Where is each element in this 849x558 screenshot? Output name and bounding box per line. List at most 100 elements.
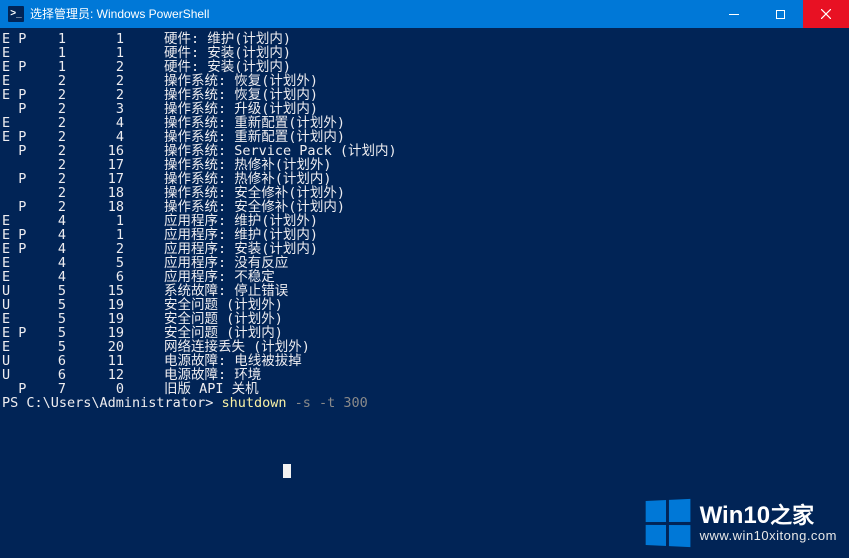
- prompt-line[interactable]: PS C:\Users\Administrator> shutdown -s -…: [2, 396, 847, 410]
- row-description: 维护(计划外): [234, 214, 318, 228]
- row-col-b: 19: [100, 312, 124, 326]
- row-col-b: 6: [100, 270, 124, 284]
- row-flags: [2, 186, 36, 200]
- row-category: 安全问题: [164, 326, 226, 340]
- row-col-b: 0: [100, 382, 124, 396]
- windows-logo-icon: [645, 499, 690, 547]
- row-description: 热修补(计划内): [234, 172, 331, 186]
- row-category: 硬件:: [164, 32, 207, 46]
- row-col-b: 2: [100, 74, 124, 88]
- row-col-a: 2: [36, 200, 66, 214]
- output-row: E 41应用程序: 维护(计划外): [2, 214, 847, 228]
- row-description: 安装(计划内): [234, 242, 318, 256]
- row-category: 网络连接丢失: [164, 340, 253, 354]
- row-flags: E: [2, 340, 36, 354]
- row-col-b: 5: [100, 256, 124, 270]
- row-col-b: 16: [100, 144, 124, 158]
- row-flags: E: [2, 46, 36, 60]
- output-row: P70旧版 API 关机: [2, 382, 847, 396]
- row-description: (计划外): [253, 340, 310, 354]
- row-flags: P: [2, 382, 36, 396]
- row-description: 安全修补(计划内): [234, 200, 345, 214]
- row-col-b: 1: [100, 32, 124, 46]
- row-description: 环境: [234, 368, 261, 382]
- output-row: P216操作系统: Service Pack (计划内): [2, 144, 847, 158]
- row-description: Service Pack (计划内): [234, 144, 396, 158]
- row-col-b: 1: [100, 228, 124, 242]
- row-col-b: 19: [100, 298, 124, 312]
- row-description: 升级(计划内): [234, 102, 318, 116]
- row-col-a: 5: [36, 312, 66, 326]
- row-category: 操作系统:: [164, 200, 234, 214]
- row-description: 维护(计划内): [234, 228, 318, 242]
- row-flags: U: [2, 354, 36, 368]
- row-description: 安全修补(计划外): [234, 186, 345, 200]
- prompt-path: PS C:\Users\Administrator>: [2, 396, 221, 410]
- row-col-a: 4: [36, 228, 66, 242]
- row-flags: U: [2, 284, 36, 298]
- output-row: E P41应用程序: 维护(计划内): [2, 228, 847, 242]
- row-col-a: 5: [36, 298, 66, 312]
- output-row: E 22操作系统: 恢复(计划外): [2, 74, 847, 88]
- prompt-command: shutdown: [221, 396, 286, 410]
- row-flags: E P: [2, 326, 36, 340]
- row-col-a: 2: [36, 102, 66, 116]
- row-col-b: 12: [100, 368, 124, 382]
- row-col-a: 2: [36, 158, 66, 172]
- minimize-button[interactable]: [711, 0, 757, 28]
- powershell-icon: >_: [8, 6, 24, 22]
- row-col-b: 2: [100, 88, 124, 102]
- row-col-b: 1: [100, 214, 124, 228]
- row-flags: E: [2, 214, 36, 228]
- row-description: (计划内): [226, 326, 283, 340]
- row-description: 恢复(计划外): [234, 74, 318, 88]
- row-category: 应用程序:: [164, 228, 234, 242]
- row-col-b: 20: [100, 340, 124, 354]
- row-category: 操作系统:: [164, 144, 234, 158]
- output-row: E P519安全问题 (计划内): [2, 326, 847, 340]
- row-category: 硬件:: [164, 46, 207, 60]
- row-flags: E P: [2, 242, 36, 256]
- output-row: E 11硬件: 安装(计划内): [2, 46, 847, 60]
- row-col-a: 2: [36, 88, 66, 102]
- row-col-b: 17: [100, 158, 124, 172]
- row-col-a: 1: [36, 32, 66, 46]
- row-description: 重新配置(计划内): [234, 130, 345, 144]
- row-col-b: 2: [100, 60, 124, 74]
- row-col-b: 18: [100, 186, 124, 200]
- row-col-a: 6: [36, 354, 66, 368]
- row-category: 应用程序:: [164, 242, 234, 256]
- close-icon: [821, 9, 831, 19]
- row-category: 应用程序:: [164, 214, 234, 228]
- row-col-b: 15: [100, 284, 124, 298]
- row-col-a: 7: [36, 382, 66, 396]
- row-description: 维护(计划内): [207, 32, 291, 46]
- row-col-a: 2: [36, 172, 66, 186]
- close-button[interactable]: [803, 0, 849, 28]
- output-row: 2 17 操作系统: 热修补(计划外): [2, 158, 847, 172]
- terminal-output[interactable]: E P11硬件: 维护(计划内)E 11硬件: 安装(计划内)E P12硬件: …: [0, 28, 849, 412]
- row-col-a: 2: [36, 186, 66, 200]
- output-row: E P22操作系统: 恢复(计划内): [2, 88, 847, 102]
- output-row: U 515系统故障: 停止错误: [2, 284, 847, 298]
- row-description: 恢复(计划内): [234, 88, 318, 102]
- row-flags: E: [2, 312, 36, 326]
- row-flags: E P: [2, 60, 36, 74]
- row-description: (计划外): [226, 312, 283, 326]
- row-col-b: 17: [100, 172, 124, 186]
- watermark: Win10之家 www.win10xitong.com: [644, 500, 837, 546]
- row-category: 操作系统:: [164, 130, 234, 144]
- maximize-button[interactable]: [757, 0, 803, 28]
- output-row: P218操作系统: 安全修补(计划内): [2, 200, 847, 214]
- row-category: 操作系统:: [164, 158, 234, 172]
- output-row: E 519安全问题 (计划外): [2, 312, 847, 326]
- row-description: 热修补(计划外): [234, 158, 331, 172]
- row-col-b: 3: [100, 102, 124, 116]
- prompt-args: -s -t 300: [286, 396, 367, 410]
- row-col-a: 2: [36, 144, 66, 158]
- row-flags: U: [2, 298, 36, 312]
- output-row: U 612电源故障: 环境: [2, 368, 847, 382]
- output-row: E 520网络连接丢失 (计划外): [2, 340, 847, 354]
- row-category: 操作系统:: [164, 88, 234, 102]
- row-description: 电线被拔掉: [234, 354, 302, 368]
